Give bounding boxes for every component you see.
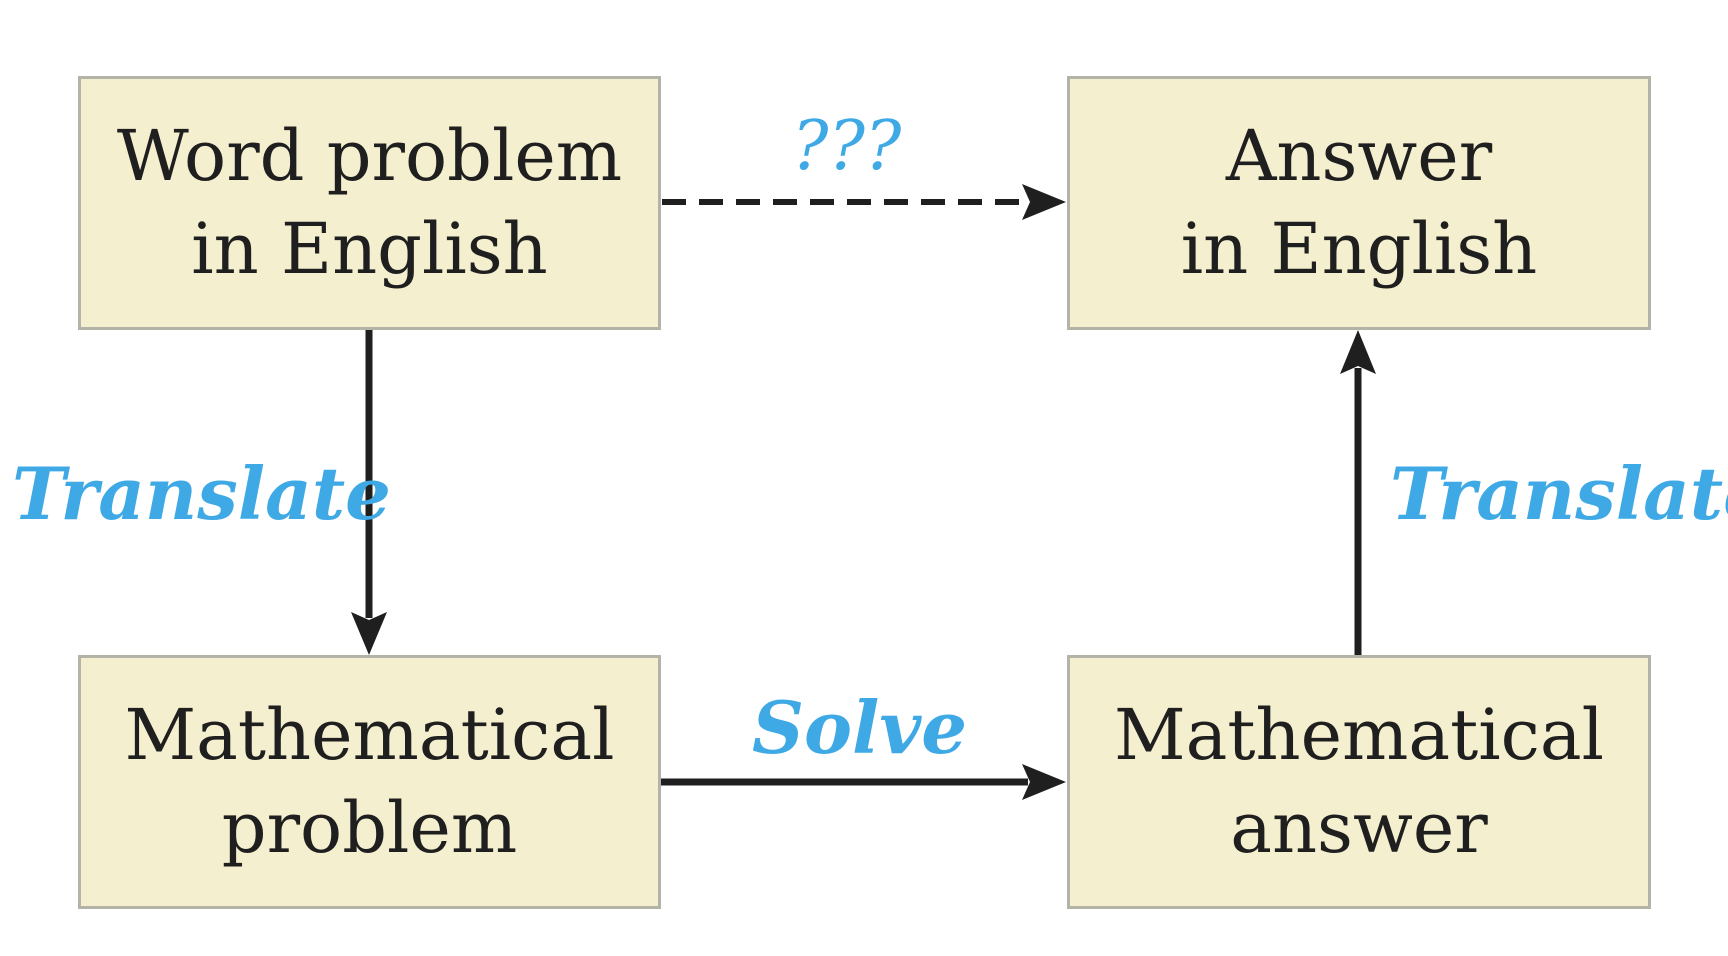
arrow-translate-up <box>1340 330 1376 655</box>
node-word-problem-line2: in English <box>191 208 548 290</box>
node-math-answer: Mathematical answer <box>1067 655 1651 909</box>
node-math-answer-line1: Mathematical <box>1114 694 1604 776</box>
node-word-problem-line1: Word problem <box>116 115 623 197</box>
node-answer-english-line2: in English <box>1180 208 1538 290</box>
node-math-problem-line2: problem <box>221 787 518 869</box>
node-answer-english: Answer in English <box>1067 76 1651 330</box>
edge-label-solve: Solve <box>752 685 968 770</box>
node-word-problem: Word problem in English <box>78 76 661 330</box>
edge-label-unknown: ??? <box>792 107 902 186</box>
edge-label-translate-down: Translate <box>12 451 391 536</box>
node-math-answer-line2: answer <box>1230 787 1488 869</box>
edge-label-translate-up: Translate <box>1390 451 1728 536</box>
node-answer-english-line1: Answer <box>1225 115 1493 197</box>
node-math-problem: Mathematical problem <box>78 655 661 909</box>
dashed-arrow-unknown <box>662 184 1066 220</box>
node-math-problem-line1: Mathematical <box>124 694 615 776</box>
